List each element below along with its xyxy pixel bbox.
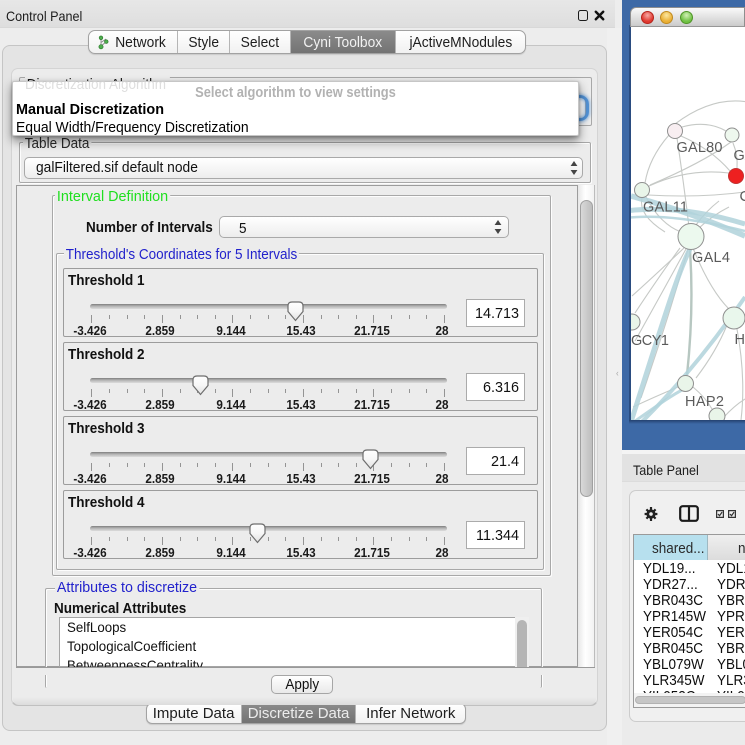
svg-text:GAL80: GAL80 [677, 140, 723, 156]
svg-text:HAP1: HAP1 [735, 332, 745, 348]
svg-text:GAL11: GAL11 [643, 200, 688, 216]
svg-text:GAL2: GAL2 [734, 148, 745, 164]
svg-text:HAP2: HAP2 [685, 394, 724, 410]
svg-text:GAL4: GAL4 [692, 250, 730, 266]
svg-text:GCY1: GCY1 [631, 333, 669, 349]
svg-text:CYB: CYB [740, 189, 745, 205]
